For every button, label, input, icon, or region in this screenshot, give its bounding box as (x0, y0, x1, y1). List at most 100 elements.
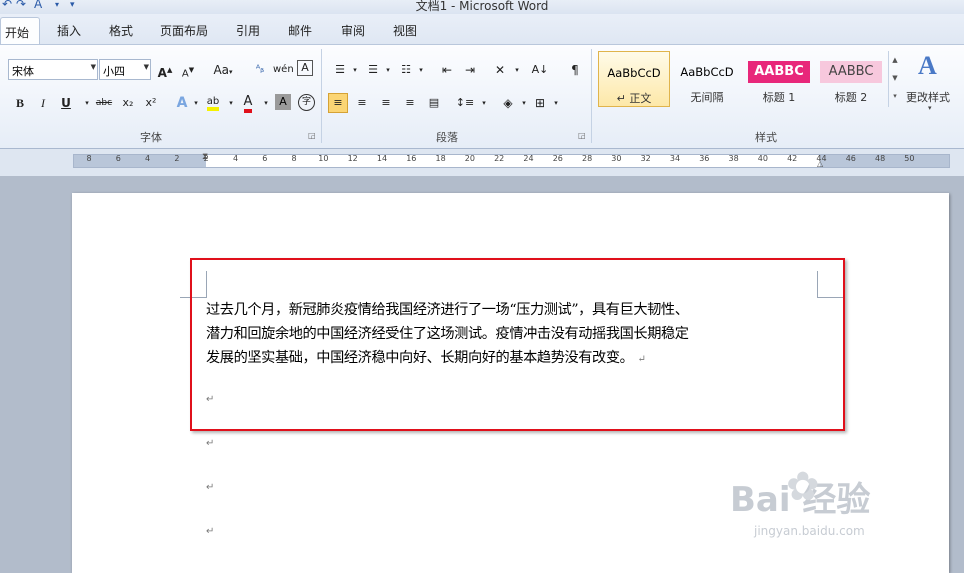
shrink-font-button[interactable]: A▼ (178, 60, 198, 80)
highlight-button[interactable]: ab (203, 92, 223, 112)
enclose-chars-button[interactable]: 字 (298, 94, 315, 111)
italic-button[interactable]: I (33, 93, 53, 113)
change-case-button[interactable]: Aa▾ (208, 60, 238, 80)
ruler-tick-label: 24 (523, 154, 534, 163)
shrink-font-icon: A (181, 68, 189, 80)
style-name: 标题 2 (834, 91, 868, 104)
align-left-button[interactable]: ≡ (328, 93, 348, 113)
style-normal[interactable]: AaBbCcD ↵ 正文 (598, 51, 670, 107)
superscript-button[interactable]: x² (141, 93, 161, 113)
group-divider (591, 49, 592, 143)
font-dialog-launcher-icon[interactable]: ◲ (308, 131, 316, 140)
borders-dropdown[interactable]: ▾ (546, 93, 566, 113)
ruler-tick-label: 2 (174, 154, 180, 163)
ruler-tick-label: 4 (145, 154, 151, 163)
grow-font-icon: A (157, 66, 167, 80)
ruler-tick-label: 42 (787, 154, 798, 163)
change-case-icon: Aa (213, 63, 230, 77)
line-spacing-dropdown[interactable]: ▾ (474, 93, 494, 113)
style-heading-1[interactable]: AABBC 标题 1 (744, 51, 814, 107)
underline-button[interactable]: U (56, 93, 76, 113)
baidu-watermark: Bai 经验 ✿ jingyan.baidu.com (730, 462, 960, 552)
clear-format-button[interactable]: ᴬᵦ (250, 60, 270, 80)
justify-button[interactable]: ≡ (400, 93, 420, 113)
window-title: 文档1 - Microsoft Word (415, 0, 549, 13)
change-styles-icon: A (918, 51, 937, 80)
gallery-expand-icon[interactable]: ▾ (889, 87, 901, 105)
strikethrough-button[interactable]: abc (92, 93, 116, 113)
styles-gallery-scroll[interactable]: ▲ ▼ ▾ (888, 51, 901, 107)
ruler-tick-label: 8 (291, 154, 297, 163)
font-color-dropdown[interactable]: ▾ (256, 93, 276, 113)
style-name: 无间隔 (690, 91, 724, 104)
bullets-dropdown[interactable]: ▾ (345, 60, 365, 80)
font-name-value: 宋体 (12, 65, 34, 78)
ruler-tick-label: 28 (582, 154, 593, 163)
chevron-down-icon: ▾ (928, 104, 932, 112)
increase-indent-icon[interactable]: ⇥ (460, 60, 480, 80)
chinese-layout-dropdown[interactable]: ▾ (507, 60, 527, 80)
decrease-indent-icon[interactable]: ⇤ (437, 60, 457, 80)
tab-references[interactable]: 引用 (236, 22, 260, 39)
title-bar: ↶ ↷ A ▾ ▾ 文档1 - Microsoft Word (0, 0, 964, 14)
paragraph-mark: ↵ (206, 438, 215, 449)
distributed-button[interactable]: ▤ (424, 93, 444, 113)
align-right-button[interactable]: ≡ (376, 93, 396, 113)
style-name: ↵ 正文 (616, 92, 652, 105)
ruler-tick-label: 36 (699, 154, 710, 163)
font-size-value: 小四 (103, 65, 125, 78)
style-sample: AABBC (748, 61, 810, 83)
multilevel-dropdown[interactable]: ▾ (411, 60, 431, 80)
indent-marker-icon[interactable]: ⧗ (202, 152, 208, 162)
style-no-spacing[interactable]: AaBbCcD 无间隔 (672, 51, 742, 107)
style-heading-2[interactable]: AABBC 标题 2 (816, 51, 886, 107)
ruler-tick-label: 8 (86, 154, 92, 163)
ribbon-tabs: 开始 插入 格式 页面布局 引用 邮件 审阅 视图 (0, 14, 964, 45)
show-marks-icon[interactable]: ¶ (565, 60, 585, 80)
font-group-label: 字体 (140, 131, 162, 144)
font-color-button[interactable]: A (238, 92, 258, 113)
right-indent-marker-icon[interactable]: △ (817, 159, 823, 168)
annotation-highlight-box (190, 258, 845, 431)
ruler-tick-label: 26 (552, 154, 563, 163)
ruler-tick-label: 38 (728, 154, 739, 163)
phonetic-guide-button[interactable]: wén (273, 60, 294, 80)
tab-insert[interactable]: 插入 (57, 22, 81, 39)
line-spacing-icon[interactable]: ↕≡ (455, 93, 475, 113)
char-shading-button[interactable]: A (275, 94, 291, 110)
subscript-button[interactable]: x₂ (118, 93, 138, 113)
tab-page-layout[interactable]: 页面布局 (160, 22, 208, 39)
ribbon: 宋体 ▼ 小四 ▼ A▲ A▼ Aa▾ ᴬᵦ wén A B I U ▾ abc… (0, 45, 964, 149)
scroll-down-icon[interactable]: ▼ (889, 69, 901, 87)
tab-home[interactable]: 开始 (0, 17, 40, 44)
font-size-combo[interactable]: 小四 ▼ (99, 59, 151, 80)
numbering-dropdown[interactable]: ▾ (378, 60, 398, 80)
ruler-tick-label: 16 (406, 154, 417, 163)
font-color-icon: A (243, 94, 253, 113)
sort-icon[interactable]: A↓ (530, 60, 550, 80)
tab-view[interactable]: 视图 (393, 22, 417, 39)
align-center-button[interactable]: ≡ (352, 93, 372, 113)
font-name-combo[interactable]: 宋体 ▼ (8, 59, 98, 80)
chevron-down-icon: ▼ (143, 63, 149, 71)
ruler-tick-label: 32 (640, 154, 651, 163)
grow-font-button[interactable]: A▲ (155, 60, 175, 80)
style-sample: AaBbCcD (607, 66, 661, 80)
scroll-up-icon[interactable]: ▲ (889, 51, 901, 69)
horizontal-ruler[interactable]: 8 6 4 2 2 4 6 8 10 12 14 16 18 20 22 24 26 28 30 32 34 36 38 40… (73, 152, 950, 168)
tab-mailings[interactable]: 邮件 (288, 22, 312, 39)
char-border-button[interactable]: A (297, 60, 313, 76)
ruler-tick-label: 48 (875, 154, 886, 163)
change-styles-button[interactable]: A 更改样式 ▾ (906, 49, 960, 119)
paragraph-dialog-launcher-icon[interactable]: ◲ (578, 131, 586, 140)
tab-format[interactable]: 格式 (109, 22, 133, 39)
bold-button[interactable]: B (10, 93, 30, 113)
paragraph-mark: ↵ (206, 526, 215, 537)
ruler-tick-label: 10 (318, 154, 329, 163)
style-sample: AaBbCcD (680, 65, 734, 79)
paragraph-group-label: 段落 (436, 131, 458, 144)
ruler-tick-label: 6 (115, 154, 121, 163)
ruler-tick-label: 30 (611, 154, 622, 163)
style-name: 标题 1 (762, 91, 796, 104)
tab-review[interactable]: 审阅 (341, 22, 365, 39)
